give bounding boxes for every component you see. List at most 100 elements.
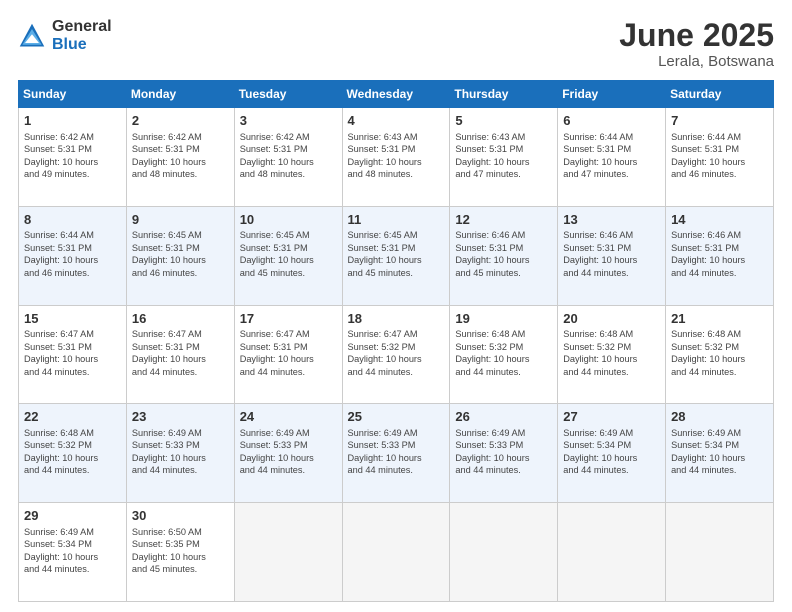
table-row: 17Sunrise: 6:47 AM Sunset: 5:31 PM Dayli… bbox=[234, 305, 342, 404]
day-number: 3 bbox=[240, 112, 337, 130]
title-month: June 2025 bbox=[619, 18, 774, 53]
day-number: 4 bbox=[348, 112, 445, 130]
page: General Blue June 2025 Lerala, Botswana … bbox=[0, 0, 792, 612]
table-row bbox=[558, 503, 666, 602]
table-row: 8Sunrise: 6:44 AM Sunset: 5:31 PM Daylig… bbox=[19, 206, 127, 305]
day-number: 25 bbox=[348, 408, 445, 426]
table-row: 23Sunrise: 6:49 AM Sunset: 5:33 PM Dayli… bbox=[126, 404, 234, 503]
table-row: 12Sunrise: 6:46 AM Sunset: 5:31 PM Dayli… bbox=[450, 206, 558, 305]
day-number: 22 bbox=[24, 408, 121, 426]
day-number: 30 bbox=[132, 507, 229, 525]
table-row: 5Sunrise: 6:43 AM Sunset: 5:31 PM Daylig… bbox=[450, 108, 558, 207]
calendar-week-row: 29Sunrise: 6:49 AM Sunset: 5:34 PM Dayli… bbox=[19, 503, 774, 602]
day-info: Sunrise: 6:45 AM Sunset: 5:31 PM Dayligh… bbox=[348, 229, 445, 279]
day-number: 13 bbox=[563, 211, 660, 229]
header-thursday: Thursday bbox=[450, 81, 558, 108]
table-row: 18Sunrise: 6:47 AM Sunset: 5:32 PM Dayli… bbox=[342, 305, 450, 404]
table-row: 29Sunrise: 6:49 AM Sunset: 5:34 PM Dayli… bbox=[19, 503, 127, 602]
calendar-table: Sunday Monday Tuesday Wednesday Thursday… bbox=[18, 80, 774, 602]
day-info: Sunrise: 6:49 AM Sunset: 5:33 PM Dayligh… bbox=[348, 427, 445, 477]
table-row: 3Sunrise: 6:42 AM Sunset: 5:31 PM Daylig… bbox=[234, 108, 342, 207]
table-row: 19Sunrise: 6:48 AM Sunset: 5:32 PM Dayli… bbox=[450, 305, 558, 404]
day-number: 21 bbox=[671, 310, 768, 328]
header-friday: Friday bbox=[558, 81, 666, 108]
day-number: 28 bbox=[671, 408, 768, 426]
day-number: 23 bbox=[132, 408, 229, 426]
day-number: 27 bbox=[563, 408, 660, 426]
day-info: Sunrise: 6:50 AM Sunset: 5:35 PM Dayligh… bbox=[132, 526, 229, 576]
table-row: 22Sunrise: 6:48 AM Sunset: 5:32 PM Dayli… bbox=[19, 404, 127, 503]
day-number: 8 bbox=[24, 211, 121, 229]
day-number: 20 bbox=[563, 310, 660, 328]
table-row: 24Sunrise: 6:49 AM Sunset: 5:33 PM Dayli… bbox=[234, 404, 342, 503]
day-number: 15 bbox=[24, 310, 121, 328]
table-row: 11Sunrise: 6:45 AM Sunset: 5:31 PM Dayli… bbox=[342, 206, 450, 305]
table-row: 4Sunrise: 6:43 AM Sunset: 5:31 PM Daylig… bbox=[342, 108, 450, 207]
calendar-week-row: 1Sunrise: 6:42 AM Sunset: 5:31 PM Daylig… bbox=[19, 108, 774, 207]
day-number: 18 bbox=[348, 310, 445, 328]
day-info: Sunrise: 6:49 AM Sunset: 5:33 PM Dayligh… bbox=[132, 427, 229, 477]
logo-general-text: General bbox=[52, 18, 112, 36]
day-number: 12 bbox=[455, 211, 552, 229]
day-info: Sunrise: 6:43 AM Sunset: 5:31 PM Dayligh… bbox=[455, 131, 552, 181]
day-info: Sunrise: 6:42 AM Sunset: 5:31 PM Dayligh… bbox=[24, 131, 121, 181]
table-row: 30Sunrise: 6:50 AM Sunset: 5:35 PM Dayli… bbox=[126, 503, 234, 602]
day-info: Sunrise: 6:48 AM Sunset: 5:32 PM Dayligh… bbox=[455, 328, 552, 378]
header: General Blue June 2025 Lerala, Botswana bbox=[18, 18, 774, 70]
header-wednesday: Wednesday bbox=[342, 81, 450, 108]
header-saturday: Saturday bbox=[666, 81, 774, 108]
logo-icon bbox=[18, 22, 46, 50]
day-number: 7 bbox=[671, 112, 768, 130]
day-info: Sunrise: 6:44 AM Sunset: 5:31 PM Dayligh… bbox=[24, 229, 121, 279]
day-info: Sunrise: 6:47 AM Sunset: 5:31 PM Dayligh… bbox=[240, 328, 337, 378]
day-info: Sunrise: 6:44 AM Sunset: 5:31 PM Dayligh… bbox=[563, 131, 660, 181]
day-info: Sunrise: 6:44 AM Sunset: 5:31 PM Dayligh… bbox=[671, 131, 768, 181]
table-row: 15Sunrise: 6:47 AM Sunset: 5:31 PM Dayli… bbox=[19, 305, 127, 404]
day-number: 10 bbox=[240, 211, 337, 229]
day-info: Sunrise: 6:46 AM Sunset: 5:31 PM Dayligh… bbox=[671, 229, 768, 279]
table-row: 2Sunrise: 6:42 AM Sunset: 5:31 PM Daylig… bbox=[126, 108, 234, 207]
calendar-header-row: Sunday Monday Tuesday Wednesday Thursday… bbox=[19, 81, 774, 108]
day-number: 29 bbox=[24, 507, 121, 525]
table-row: 25Sunrise: 6:49 AM Sunset: 5:33 PM Dayli… bbox=[342, 404, 450, 503]
day-number: 16 bbox=[132, 310, 229, 328]
day-number: 24 bbox=[240, 408, 337, 426]
day-number: 17 bbox=[240, 310, 337, 328]
logo-blue-text: Blue bbox=[52, 36, 112, 54]
table-row: 10Sunrise: 6:45 AM Sunset: 5:31 PM Dayli… bbox=[234, 206, 342, 305]
day-info: Sunrise: 6:45 AM Sunset: 5:31 PM Dayligh… bbox=[240, 229, 337, 279]
title-location: Lerala, Botswana bbox=[619, 53, 774, 70]
calendar-week-row: 15Sunrise: 6:47 AM Sunset: 5:31 PM Dayli… bbox=[19, 305, 774, 404]
table-row: 21Sunrise: 6:48 AM Sunset: 5:32 PM Dayli… bbox=[666, 305, 774, 404]
day-info: Sunrise: 6:43 AM Sunset: 5:31 PM Dayligh… bbox=[348, 131, 445, 181]
table-row bbox=[234, 503, 342, 602]
day-number: 6 bbox=[563, 112, 660, 130]
day-info: Sunrise: 6:42 AM Sunset: 5:31 PM Dayligh… bbox=[132, 131, 229, 181]
day-info: Sunrise: 6:47 AM Sunset: 5:32 PM Dayligh… bbox=[348, 328, 445, 378]
table-row bbox=[450, 503, 558, 602]
day-info: Sunrise: 6:49 AM Sunset: 5:33 PM Dayligh… bbox=[240, 427, 337, 477]
table-row: 27Sunrise: 6:49 AM Sunset: 5:34 PM Dayli… bbox=[558, 404, 666, 503]
table-row: 14Sunrise: 6:46 AM Sunset: 5:31 PM Dayli… bbox=[666, 206, 774, 305]
day-number: 14 bbox=[671, 211, 768, 229]
day-number: 2 bbox=[132, 112, 229, 130]
day-info: Sunrise: 6:47 AM Sunset: 5:31 PM Dayligh… bbox=[24, 328, 121, 378]
table-row bbox=[666, 503, 774, 602]
table-row: 20Sunrise: 6:48 AM Sunset: 5:32 PM Dayli… bbox=[558, 305, 666, 404]
table-row: 9Sunrise: 6:45 AM Sunset: 5:31 PM Daylig… bbox=[126, 206, 234, 305]
table-row: 26Sunrise: 6:49 AM Sunset: 5:33 PM Dayli… bbox=[450, 404, 558, 503]
table-row: 7Sunrise: 6:44 AM Sunset: 5:31 PM Daylig… bbox=[666, 108, 774, 207]
day-info: Sunrise: 6:48 AM Sunset: 5:32 PM Dayligh… bbox=[563, 328, 660, 378]
day-number: 5 bbox=[455, 112, 552, 130]
day-info: Sunrise: 6:45 AM Sunset: 5:31 PM Dayligh… bbox=[132, 229, 229, 279]
day-info: Sunrise: 6:46 AM Sunset: 5:31 PM Dayligh… bbox=[563, 229, 660, 279]
day-number: 19 bbox=[455, 310, 552, 328]
calendar-week-row: 22Sunrise: 6:48 AM Sunset: 5:32 PM Dayli… bbox=[19, 404, 774, 503]
day-info: Sunrise: 6:47 AM Sunset: 5:31 PM Dayligh… bbox=[132, 328, 229, 378]
day-info: Sunrise: 6:49 AM Sunset: 5:34 PM Dayligh… bbox=[671, 427, 768, 477]
calendar-week-row: 8Sunrise: 6:44 AM Sunset: 5:31 PM Daylig… bbox=[19, 206, 774, 305]
header-tuesday: Tuesday bbox=[234, 81, 342, 108]
day-info: Sunrise: 6:42 AM Sunset: 5:31 PM Dayligh… bbox=[240, 131, 337, 181]
table-row: 28Sunrise: 6:49 AM Sunset: 5:34 PM Dayli… bbox=[666, 404, 774, 503]
day-number: 26 bbox=[455, 408, 552, 426]
